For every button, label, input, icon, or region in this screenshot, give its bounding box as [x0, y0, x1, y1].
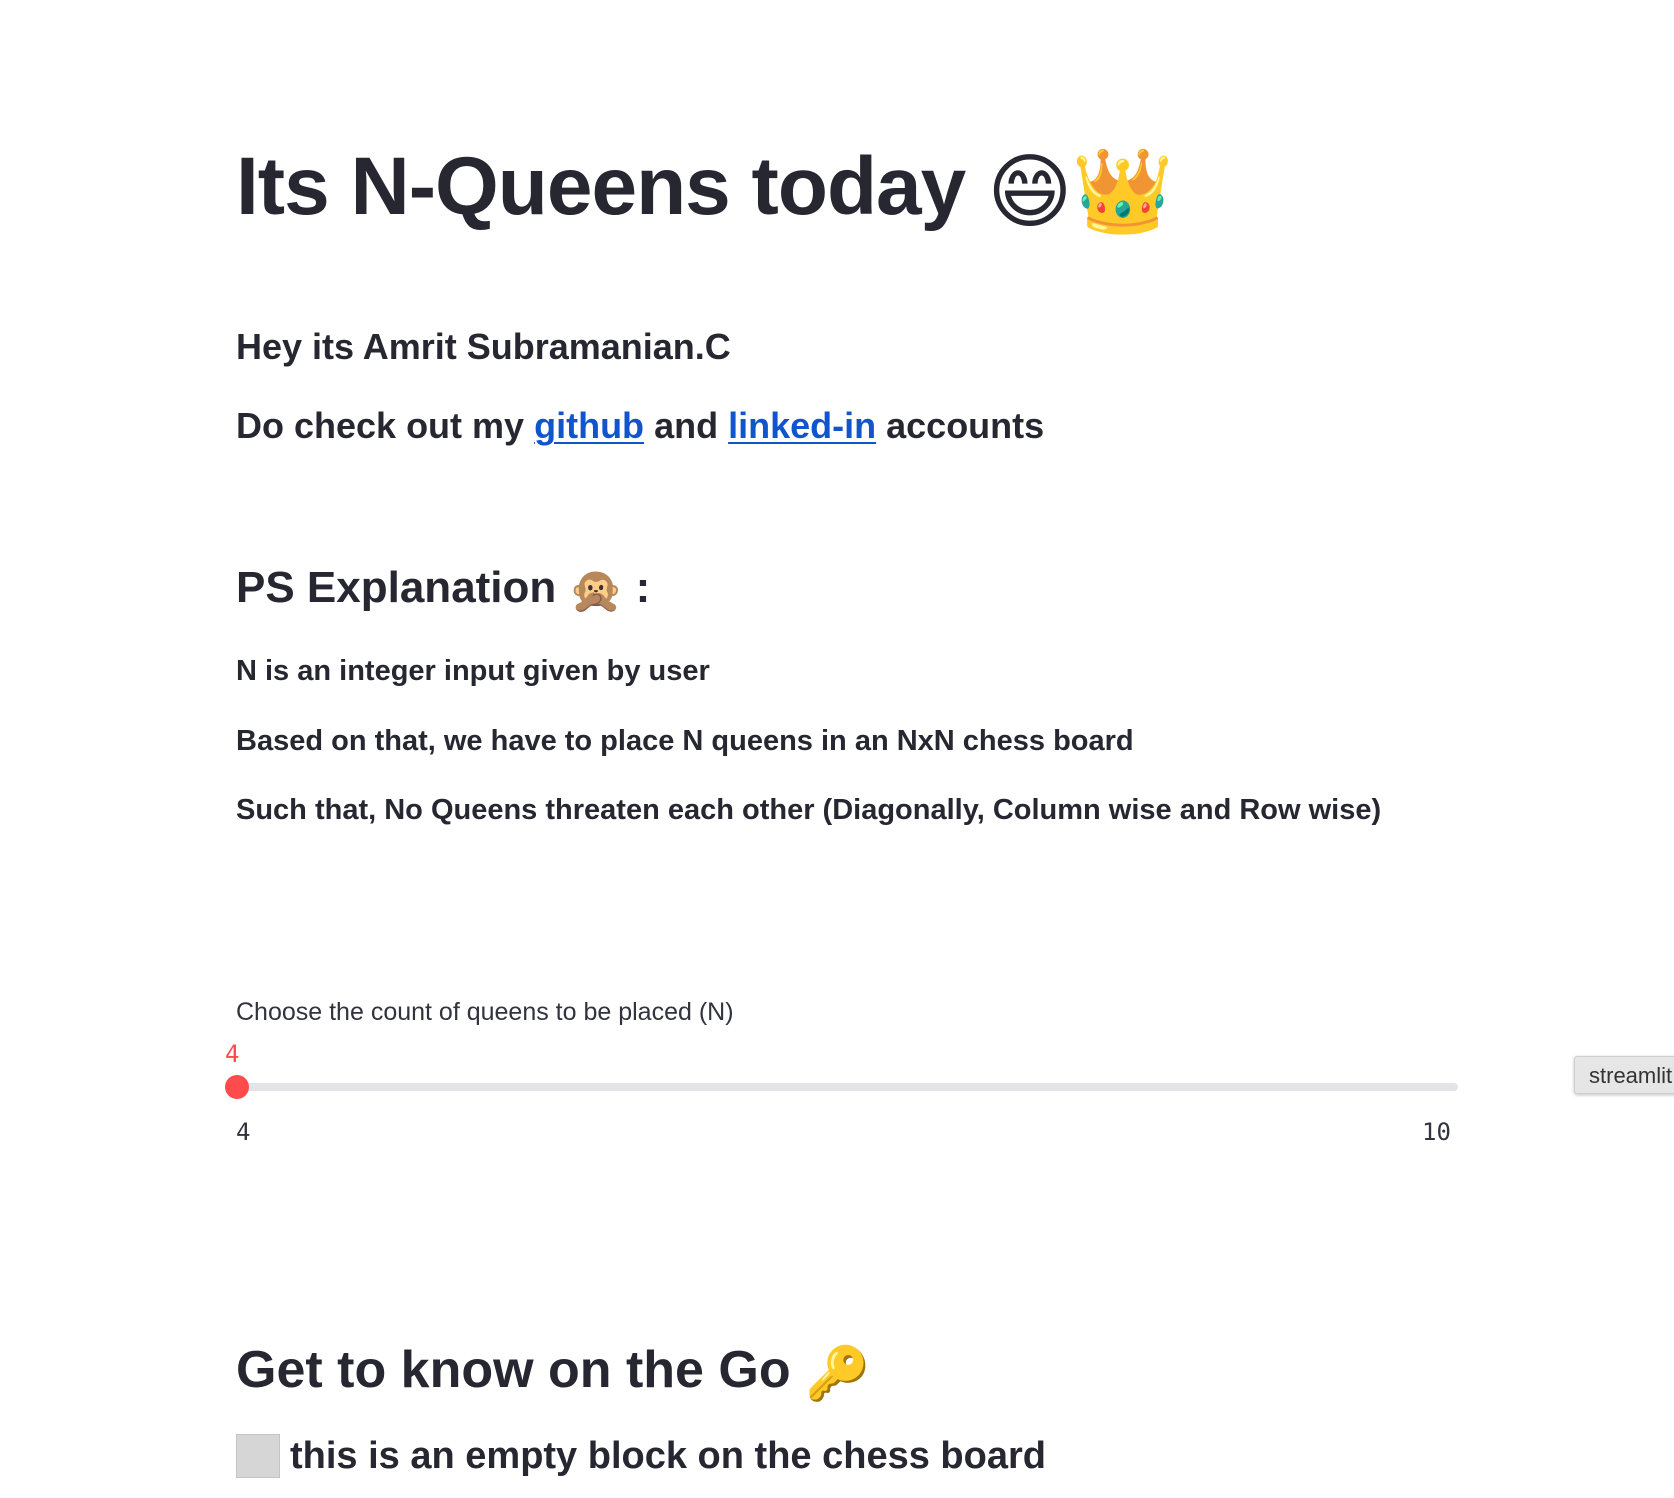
slider-track[interactable]: [236, 1083, 1458, 1091]
intro-greeting: Hey its Amrit Subramanian.C: [236, 326, 731, 367]
ps-line-1: N is an integer input given by user: [236, 655, 710, 687]
empty-block-description: this is an empty block on the chess boar…: [290, 1434, 1046, 1477]
slider-current-value: 4: [225, 1040, 240, 1068]
ps-line-2: Based on that, we have to place N queens…: [236, 725, 1134, 757]
intro-links-line: Do check out my github and linked-in acc…: [236, 405, 1044, 447]
ps-heading: PS Explanation 🙊 :: [236, 563, 650, 616]
key-icon: 🔑: [805, 1344, 870, 1403]
linkedin-link[interactable]: linked-in: [728, 405, 876, 446]
grinning-face-icon: 😄: [987, 146, 1072, 238]
slider-thumb[interactable]: [225, 1075, 249, 1099]
slider-max-label: 10: [1422, 1118, 1451, 1146]
page-title-text: Its N-Queens today: [236, 141, 966, 232]
slider-min-label: 4: [236, 1118, 251, 1146]
streamlit-tooltip: streamlit: [1574, 1056, 1674, 1094]
app-main: Its N-Queens today 😄👑 Hey its Amrit Subr…: [0, 0, 1674, 1498]
intro-links-suffix: accounts: [886, 405, 1045, 446]
github-link[interactable]: github: [534, 405, 644, 446]
empty-block-swatch: [236, 1434, 280, 1478]
crown-icon: 👑: [1071, 146, 1174, 238]
legend-heading-text: Get to know on the Go: [236, 1341, 791, 1399]
ps-line-3: Such that, No Queens threaten each other…: [236, 794, 1382, 826]
legend-empty-block-row: this is an empty block on the chess boar…: [236, 1434, 1046, 1478]
intro-links-mid: and: [654, 405, 719, 446]
page-title: Its N-Queens today 😄👑: [236, 140, 1174, 240]
ps-heading-colon: :: [635, 563, 651, 612]
intro-links-prefix: Do check out my: [236, 405, 525, 446]
ps-heading-text: PS Explanation: [236, 563, 557, 612]
legend-heading: Get to know on the Go 🔑: [236, 1340, 870, 1404]
speak-no-evil-monkey-icon: 🙊: [568, 566, 624, 616]
slider-label: Choose the count of queens to be placed …: [236, 998, 734, 1026]
